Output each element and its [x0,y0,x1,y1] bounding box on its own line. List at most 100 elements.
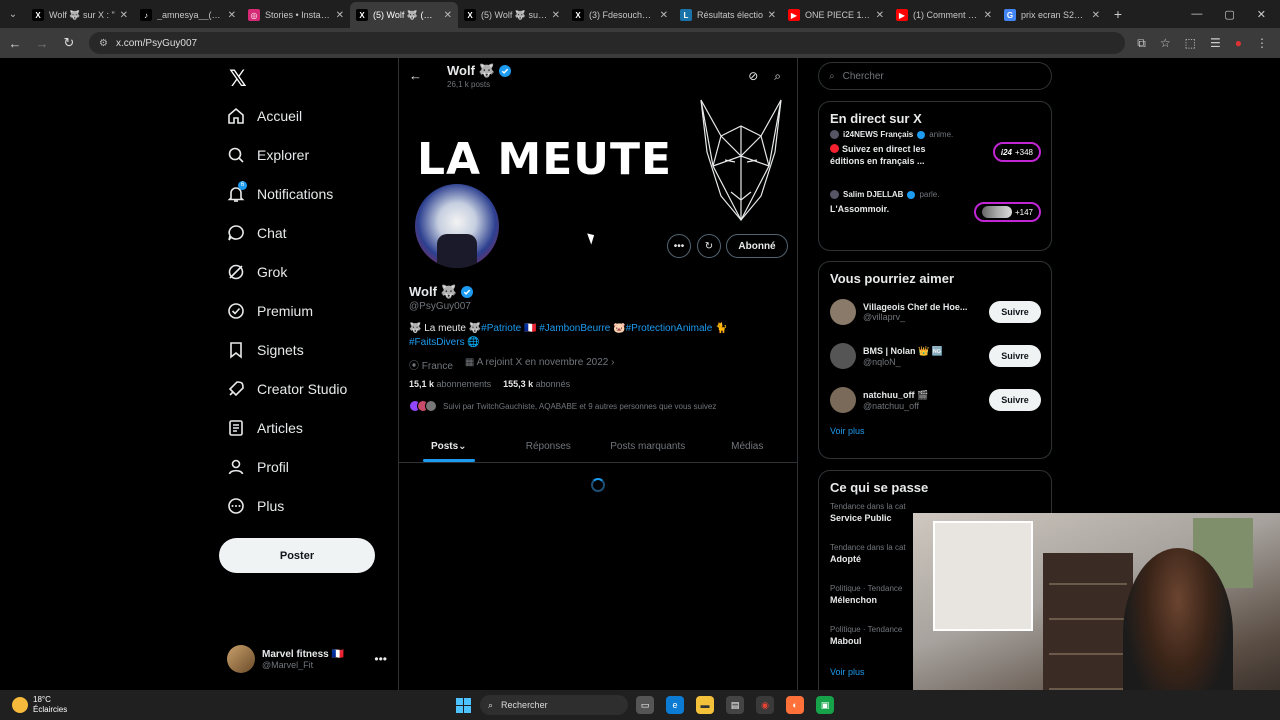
nav-item-label: Signets [257,342,304,358]
live-item[interactable]: i24NEWS Français anime. Suivez en direct l… [819,130,1051,190]
menu-icon[interactable]: ⋮ [1256,36,1268,51]
profile-handle: @PsyGuy007 [409,301,471,312]
tab-close-icon[interactable]: ✕ [1092,10,1100,21]
task-view-icon[interactable]: ▭ [636,696,654,714]
new-tab-button[interactable]: + [1106,6,1130,22]
tab-label: Médias [731,440,764,452]
suggestion-row[interactable]: natchuu_off 🎬 @natchuu_off Suivre [819,378,1051,422]
tab-posts[interactable]: Posts ⌄ [399,430,499,462]
profile-avatar[interactable] [412,181,502,271]
followers-link[interactable]: 155,3 k abonnés [503,379,570,389]
tab-close-icon[interactable]: ✕ [120,10,128,21]
window-controls: — ▢ ✕ [1191,0,1280,28]
bio-hashtag[interactable]: #FaitsDivers [409,337,465,348]
tab-close-icon[interactable]: ✕ [876,10,884,21]
followed-by[interactable]: Suivi par TwitchGauchiste, AQABABE et 9 … [409,400,716,412]
minimize-icon[interactable]: — [1191,8,1202,20]
browser-tab[interactable]: ♪ _amnesya__(@_a ✕ [134,2,242,28]
listeners-pill[interactable]: +147 [973,202,1041,222]
following-link[interactable]: 15,1 k abonnements [409,379,491,389]
follow-button[interactable]: Suivre [989,345,1041,367]
follow-button[interactable]: Suivre [989,301,1041,323]
forward-icon[interactable]: → [30,31,54,55]
site-info-icon[interactable]: ⚙ [99,38,108,49]
install-icon[interactable]: ⧉ [1137,36,1146,51]
tab-close-icon[interactable]: ✕ [444,10,452,21]
location-icon: ⦿ [409,361,419,372]
more-actions-button[interactable]: ••• [667,234,691,258]
nav-item-premium[interactable]: Premium [227,302,313,320]
edge-icon[interactable]: e [666,696,684,714]
nav-item-profil[interactable]: Profil [227,458,289,476]
browser-tab[interactable]: X (5) Wolf 🐺 (@Ps ✕ [350,2,458,28]
post-button[interactable]: Poster [219,538,375,573]
back-icon[interactable]: ← [3,31,27,55]
taskbar-search[interactable]: ⌕ Rechercher [480,695,628,715]
subscribed-button[interactable]: Abonné [726,234,788,258]
tab-posts-marquants[interactable]: Posts marquants [598,430,698,462]
tab-close-icon[interactable]: ✕ [768,10,776,21]
tab-close-icon[interactable]: ✕ [552,10,560,21]
browser-tab[interactable]: ▶ (1) Comment rép ✕ [890,2,998,28]
close-window-icon[interactable]: ✕ [1257,8,1266,21]
listeners-pill[interactable]: i24 +348 [992,142,1041,162]
nav-item-notifications[interactable]: 6 Notifications [227,181,333,203]
tab-close-icon[interactable]: ✕ [228,10,236,21]
windows-start-icon[interactable] [456,698,471,713]
x-logo-icon[interactable]: 𝕏 [229,66,247,92]
nav-item-grok[interactable]: Grok [227,263,287,281]
nav-item-accueil[interactable]: Accueil [227,107,302,125]
tab-title: ONE PIECE 1181 [805,10,872,20]
file-explorer-icon[interactable]: ▬ [696,696,714,714]
profile-icon [227,458,245,476]
firefox-icon[interactable]: ◐ [786,696,804,714]
bio-hashtag[interactable]: #ProtectionAnimale [626,323,713,334]
chat-app-icon[interactable]: ▣ [816,696,834,714]
suggestion-row[interactable]: BMS | Nolan 👑 🆖 @nqloN_ Suivre [819,334,1051,378]
nav-item-creator-studio[interactable]: Creator Studio [227,380,347,398]
follow-button[interactable]: Suivre [989,389,1041,411]
nav-item-plus[interactable]: Plus [227,497,284,515]
extensions-icon[interactable]: ⬚ [1185,36,1196,51]
browser-tab[interactable]: ▶ ONE PIECE 1181 ✕ [782,2,890,28]
notify-bell-button[interactable]: ↻ [697,234,721,258]
tab-médias[interactable]: Médias [698,430,798,462]
nav-item-articles[interactable]: Articles [227,419,303,437]
media-icon[interactable]: ☰ [1210,36,1221,51]
search-icon[interactable]: ⌕ [774,69,781,84]
chrome-icon[interactable]: ◉ [756,696,774,714]
bio-hashtag[interactable]: #JambonBeurre [539,323,610,334]
search-input[interactable]: ⌕ Chercher [818,62,1052,90]
nav-item-signets[interactable]: Signets [227,341,304,359]
bookmark-star-icon[interactable]: ☆ [1160,36,1171,51]
grok-icon[interactable]: ⊘ [748,69,758,84]
url-field[interactable]: ⚙ x.com/PsyGuy007 [89,32,1126,54]
account-switcher[interactable]: Marvel fitness 🇫🇷 @Marvel_Fit ••• [227,645,387,673]
browser-tab[interactable]: Gprix ecran S23 - R ✕ [998,2,1106,28]
browser-tab[interactable]: ◎ Stories • Instagram ✕ [242,2,350,28]
browser-tab[interactable]: X Wolf 🐺 sur X : " ✕ [26,2,134,28]
back-arrow-icon[interactable]: ← [409,68,422,83]
maximize-icon[interactable]: ▢ [1224,8,1234,21]
address-bar: ← → ↻ ⚙ x.com/PsyGuy007 ⧉ ☆ ⬚ ☰ ● ⋮ [0,28,1280,58]
bio-hashtag[interactable]: #Patriote [481,323,521,334]
store-icon[interactable]: ▤ [726,696,744,714]
tab-search-icon[interactable]: ⌄ [0,0,26,28]
live-item[interactable]: Salim DJELLAB parle. L'Assommoir. +147 [819,190,1051,250]
reload-icon[interactable]: ↻ [57,31,81,55]
join-date[interactable]: ▦ A rejoint X en novembre 2022 › [465,357,615,372]
browser-tab[interactable]: L Résultats électio ✕ [674,2,782,28]
suggestion-row[interactable]: Villageois Chef de Hoe... @villaprv_ Suivr… [819,290,1051,334]
profile-avatar-icon[interactable]: ● [1235,36,1242,51]
nav-item-explorer[interactable]: Explorer [227,146,309,164]
tab-close-icon[interactable]: ✕ [984,10,992,21]
tab-close-icon[interactable]: ✕ [660,10,668,21]
browser-tab[interactable]: X (3) Fdesouche.co ✕ [566,2,674,28]
more-options-icon[interactable]: ••• [374,652,387,666]
tab-close-icon[interactable]: ✕ [336,10,344,21]
weather-widget[interactable]: 18°C Éclaircies [0,695,67,715]
browser-tab[interactable]: X (5) Wolf 🐺 sur X ✕ [458,2,566,28]
tab-réponses[interactable]: Réponses [499,430,599,462]
nav-item-chat[interactable]: Chat [227,224,287,242]
see-more-link[interactable]: Voir plus [819,422,1051,448]
